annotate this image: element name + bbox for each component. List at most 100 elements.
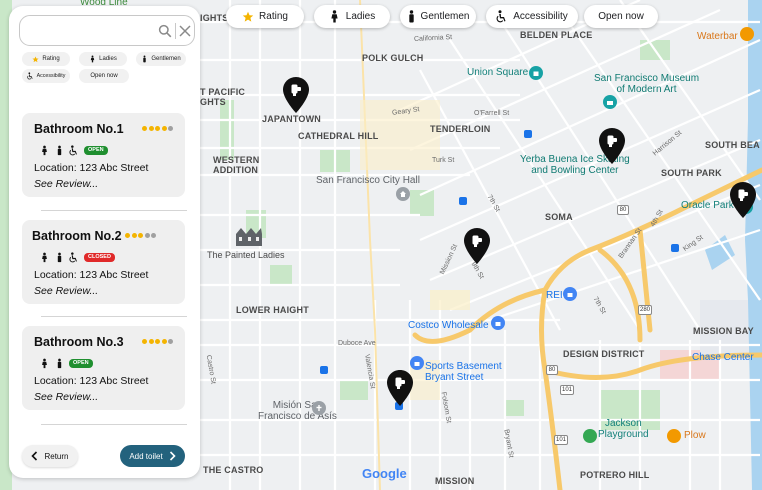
rating-stars [142,339,173,344]
return-label: Return [44,451,69,461]
mini-filter-ladies[interactable]: Ladies [79,52,127,66]
google-logo: Google [362,466,407,481]
map-label-tenderloin: TENDERLOIN [430,124,491,134]
filter-chip-rating[interactable]: Rating [226,5,304,28]
divider [41,210,187,211]
filter-chip-gentlemen[interactable]: Gentlemen [400,5,476,28]
rating-stars [142,126,173,131]
mini-filter-label: Rating [42,56,60,62]
restaurant-icon[interactable] [667,429,681,443]
transit-icon[interactable] [320,366,328,374]
poi-rei[interactable]: REI [546,290,563,301]
street-label: Duboce Ave [338,340,376,347]
male-icon [54,144,64,156]
map-label-western-addition: WESTERN ADDITION [213,155,260,175]
toilet-pin-icon[interactable] [387,370,413,406]
highway-280-shield: 280 [638,305,652,315]
mini-filter-label: Open now [90,73,118,79]
bathroom-card[interactable]: Bathroom No.1 OPEN Location: 123 Abc Str… [22,113,185,197]
bathroom-card[interactable]: Bathroom No.3 OPEN Location: 123 Abc Str… [22,326,185,410]
church-icon[interactable] [312,401,326,415]
see-review-link[interactable]: See Review... [34,178,98,190]
wheelchair-icon [69,251,79,263]
male-icon [54,251,64,263]
shopping-icon[interactable] [529,66,543,80]
filter-chip-ladies[interactable]: Ladies [314,5,390,28]
toilet-pin-icon[interactable] [283,77,309,113]
see-review-link[interactable]: See Review... [34,285,98,297]
poi-jackson-playground[interactable]: Jackson Playground [598,418,649,440]
toilet-pin-icon[interactable] [599,128,625,164]
filter-chip-open-now[interactable]: Open now [584,5,658,28]
search-icon[interactable] [158,24,172,38]
highway-101-shield: 101 [554,435,568,445]
poi-union-square[interactable]: Union Square [467,67,528,78]
rating-dot-filled [142,126,147,131]
wheelchair-icon [26,72,34,80]
rating-dot-empty [144,233,150,238]
map-label-soma: SOMA [545,212,573,222]
map-label-polk-gulch: POLK GULCH [362,53,424,63]
filter-chip-label: Ladies [345,11,376,22]
star-icon [242,11,254,23]
transit-icon[interactable] [671,244,679,252]
poi-city-hall[interactable]: San Francisco City Hall [316,175,420,186]
poi-sports-basement[interactable]: Sports Basement Bryant Street [425,361,502,383]
add-toilet-button[interactable]: Add toilet [120,445,185,467]
park-icon[interactable] [583,429,597,443]
star-icon [32,55,39,63]
poi-waterbar[interactable]: Waterbar [697,31,738,42]
close-icon[interactable] [178,24,192,38]
poi-painted-ladies[interactable]: The Painted Ladies [207,250,285,260]
return-button[interactable]: Return [22,445,78,467]
map-label-belden-place: BELDEN PLACE [520,30,593,40]
add-toilet-label: Add toilet [129,451,163,461]
mini-filter-open-now[interactable]: Open now [79,69,129,83]
mini-filter-gentlemen[interactable]: Gentlemen [136,52,186,66]
toilet-pin-icon[interactable] [464,228,490,264]
female-icon [39,144,49,156]
map-label-potrero-hill: POTRERO HILL [580,470,650,480]
rating-dot-filled [148,339,154,344]
google-logo-text: Google [362,466,407,481]
rating-dot-filled [148,126,154,131]
rating-dot-empty [151,233,156,238]
restaurant-icon[interactable] [740,27,754,41]
divider [41,424,187,425]
bathroom-name: Bathroom No.3 [34,335,124,349]
status-badge: OPEN [84,145,108,155]
transit-icon[interactable] [524,130,532,138]
filter-chip-label: Accessibility [513,11,568,22]
street-label: Turk St [432,157,455,164]
poi-costco[interactable]: Costco Wholesale [408,320,489,331]
filter-chip-accessibility[interactable]: Accessibility [486,5,578,28]
toilet-pin-icon[interactable] [730,182,756,218]
rating-dot-filled [155,126,160,131]
poi-chase-center[interactable]: Chase Center [692,352,754,363]
search-input[interactable] [28,22,148,40]
male-icon [407,10,416,23]
poi-oracle-park[interactable]: Oracle Park [681,200,734,211]
cityhall-icon[interactable] [396,187,410,201]
mini-filter-rating[interactable]: Rating [22,52,70,66]
bathroom-location: Location: 123 Abc Street [34,162,149,174]
see-review-link[interactable]: See Review... [34,391,98,403]
bathroom-location: Location: 123 Abc Street [34,269,149,281]
map-label-design-district: DESIGN DISTRICT [563,349,645,359]
map-label-mission: MISSION [435,476,475,486]
filter-chip-label: Open now [598,11,644,22]
map-label-japantown: JAPANTOWN [262,114,321,124]
shopping-bag-icon[interactable] [410,356,424,370]
male-icon [54,357,64,369]
shopping-bag-icon[interactable] [491,316,505,330]
filter-chip-label: Gentlemen [420,11,470,22]
search-bar[interactable] [19,15,195,46]
museum-icon[interactable] [603,95,617,109]
poi-plow[interactable]: Plow [684,430,706,441]
shopping-bag-icon[interactable] [563,287,577,301]
bathroom-card[interactable]: Bathroom No.2 CLOSED Location: 123 Abc S… [22,220,185,304]
painted-ladies-icon[interactable] [234,224,264,248]
transit-icon[interactable] [459,197,467,205]
poi-sf-museum[interactable]: San Francisco Museum of Modern Art [594,73,699,95]
mini-filter-accessibility[interactable]: Accessibility [22,69,70,83]
